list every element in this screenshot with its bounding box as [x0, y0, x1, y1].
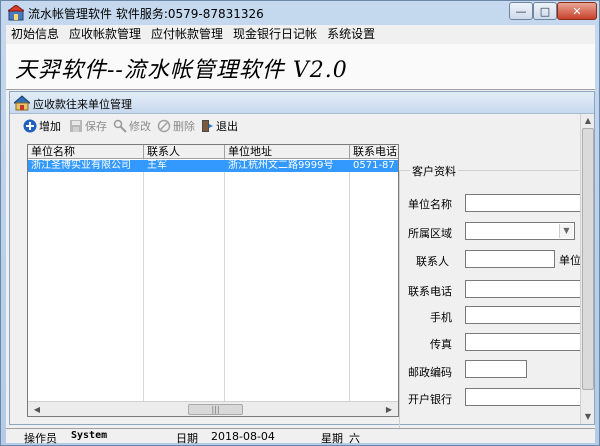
- date-label: 日期: [176, 432, 198, 445]
- add-icon: [23, 119, 37, 133]
- unit-name-label: 单位名称: [408, 198, 452, 211]
- save-button-label: 保存: [85, 120, 107, 133]
- add-button[interactable]: 增加: [23, 118, 61, 134]
- close-button[interactable]: ✕: [557, 2, 597, 20]
- column-header-phone[interactable]: 联系电话: [350, 145, 398, 159]
- scroll-up-icon[interactable]: ▲: [582, 115, 594, 127]
- title-bar[interactable]: 流水帐管理软件 软件服务:0579-87831326 — □ ✕: [1, 1, 599, 25]
- column-header-unit-name[interactable]: 单位名称: [28, 145, 143, 159]
- column-divider: [349, 145, 350, 158]
- weekday-label: 星期: [321, 432, 343, 445]
- operator-value: System: [71, 430, 108, 441]
- delete-icon: [157, 119, 171, 133]
- house-icon: [14, 95, 30, 111]
- table-header: 单位名称 联系人 单位地址 联系电话: [28, 145, 398, 159]
- unit-name-input[interactable]: [465, 194, 581, 212]
- child-title-bar[interactable]: 应收款往来单位管理: [10, 92, 594, 114]
- region-select[interactable]: ▼: [465, 222, 575, 240]
- menu-item-cash-bank-journal[interactable]: 现金银行日记帐: [228, 25, 322, 44]
- app-icon: [8, 5, 24, 21]
- cell-address: 浙江杭州文二路9999号: [228, 160, 334, 171]
- phone-input[interactable]: [465, 280, 581, 298]
- contact-input[interactable]: [465, 250, 555, 268]
- delete-button[interactable]: 删除: [157, 118, 195, 134]
- delete-button-label: 删除: [173, 120, 195, 133]
- operator-label: 操作员: [24, 432, 57, 445]
- postal-code-input[interactable]: [465, 360, 527, 378]
- add-button-label: 增加: [39, 120, 61, 133]
- save-icon: [70, 120, 82, 132]
- cell-phone: 0571-87: [353, 160, 395, 171]
- grid-line: [224, 159, 225, 402]
- grid-line: [349, 159, 350, 402]
- fax-input[interactable]: [465, 333, 581, 351]
- status-bar: 操作员 System 日期 2018-08-04 星期 六: [6, 428, 595, 445]
- exit-button[interactable]: 退出: [200, 118, 238, 134]
- units-table[interactable]: 单位名称 联系人 单位地址 联系电话 浙江圣博实业有限公司 王军 浙江杭州文二路…: [27, 144, 399, 417]
- edit-button[interactable]: 修改: [113, 118, 151, 134]
- banner-title: 天羿软件--流水帐管理软件 V2.0: [15, 58, 348, 83]
- menu-item-payables[interactable]: 应付帐款管理: [146, 25, 228, 44]
- receivables-unit-window: 应收款往来单位管理 增加 保存 修改 删除 退出 单位名称 联系人 单位地址 联…: [9, 91, 595, 430]
- mobile-label: 手机: [430, 311, 452, 324]
- toolbar: 增加 保存 修改 删除 退出: [10, 116, 410, 136]
- menu-item-receivables[interactable]: 应收帐款管理: [64, 25, 146, 44]
- scroll-left-icon[interactable]: ◀: [30, 404, 44, 415]
- column-header-contact[interactable]: 联系人: [144, 145, 224, 159]
- exit-icon: [202, 120, 213, 132]
- menu-bar: 初始信息 应收帐款管理 应付帐款管理 现金银行日记帐 系统设置: [6, 25, 595, 44]
- contact-label: 联系人: [416, 255, 449, 268]
- exit-button-label: 退出: [216, 120, 238, 133]
- bank-input[interactable]: [465, 388, 581, 406]
- customer-info-title: 客户资料: [410, 163, 458, 179]
- fax-label: 传真: [430, 338, 452, 351]
- app-window: 流水帐管理软件 软件服务:0579-87831326 — □ ✕ 初始信息 应收…: [0, 0, 600, 446]
- chevron-down-icon[interactable]: ▼: [559, 224, 573, 238]
- region-label: 所属区域: [408, 227, 452, 240]
- cell-unit-name: 浙江圣博实业有限公司: [31, 160, 131, 171]
- maximize-button[interactable]: □: [533, 2, 557, 20]
- postal-code-label: 邮政编码: [408, 366, 452, 379]
- column-divider: [143, 145, 144, 158]
- menu-item-system-settings[interactable]: 系统设置: [322, 25, 380, 44]
- column-header-address[interactable]: 单位地址: [225, 145, 349, 159]
- weekday-value: 六: [349, 432, 360, 445]
- phone-label: 联系电话: [408, 285, 452, 298]
- scroll-down-icon[interactable]: ▼: [582, 411, 594, 423]
- client-area: 初始信息 应收帐款管理 应付帐款管理 现金银行日记帐 系统设置 天羿软件--流水…: [6, 25, 595, 445]
- edit-icon: [113, 119, 127, 133]
- banner: 天羿软件--流水帐管理软件 V2.0: [6, 44, 595, 90]
- scroll-thumb[interactable]: [582, 128, 594, 390]
- menu-item-initial-info[interactable]: 初始信息: [6, 25, 64, 44]
- scroll-thumb[interactable]: |||: [188, 404, 243, 415]
- cell-contact: 王军: [147, 160, 167, 171]
- grid-line: [143, 159, 144, 402]
- child-window-title: 应收款往来单位管理: [33, 98, 132, 111]
- column-divider: [224, 145, 225, 158]
- window-title: 流水帐管理软件 软件服务:0579-87831326: [28, 7, 264, 21]
- edit-button-label: 修改: [129, 120, 151, 133]
- minimize-button[interactable]: —: [509, 2, 533, 20]
- mobile-input[interactable]: [465, 306, 581, 324]
- vertical-scrollbar[interactable]: ▲ ▼: [580, 114, 594, 424]
- date-value: 2018-08-04: [211, 430, 275, 443]
- horizontal-scrollbar[interactable]: ◀ ||| ▶: [28, 401, 398, 416]
- bank-label: 开户银行: [408, 393, 452, 406]
- save-button[interactable]: 保存: [69, 118, 107, 134]
- scroll-right-icon[interactable]: ▶: [382, 404, 396, 415]
